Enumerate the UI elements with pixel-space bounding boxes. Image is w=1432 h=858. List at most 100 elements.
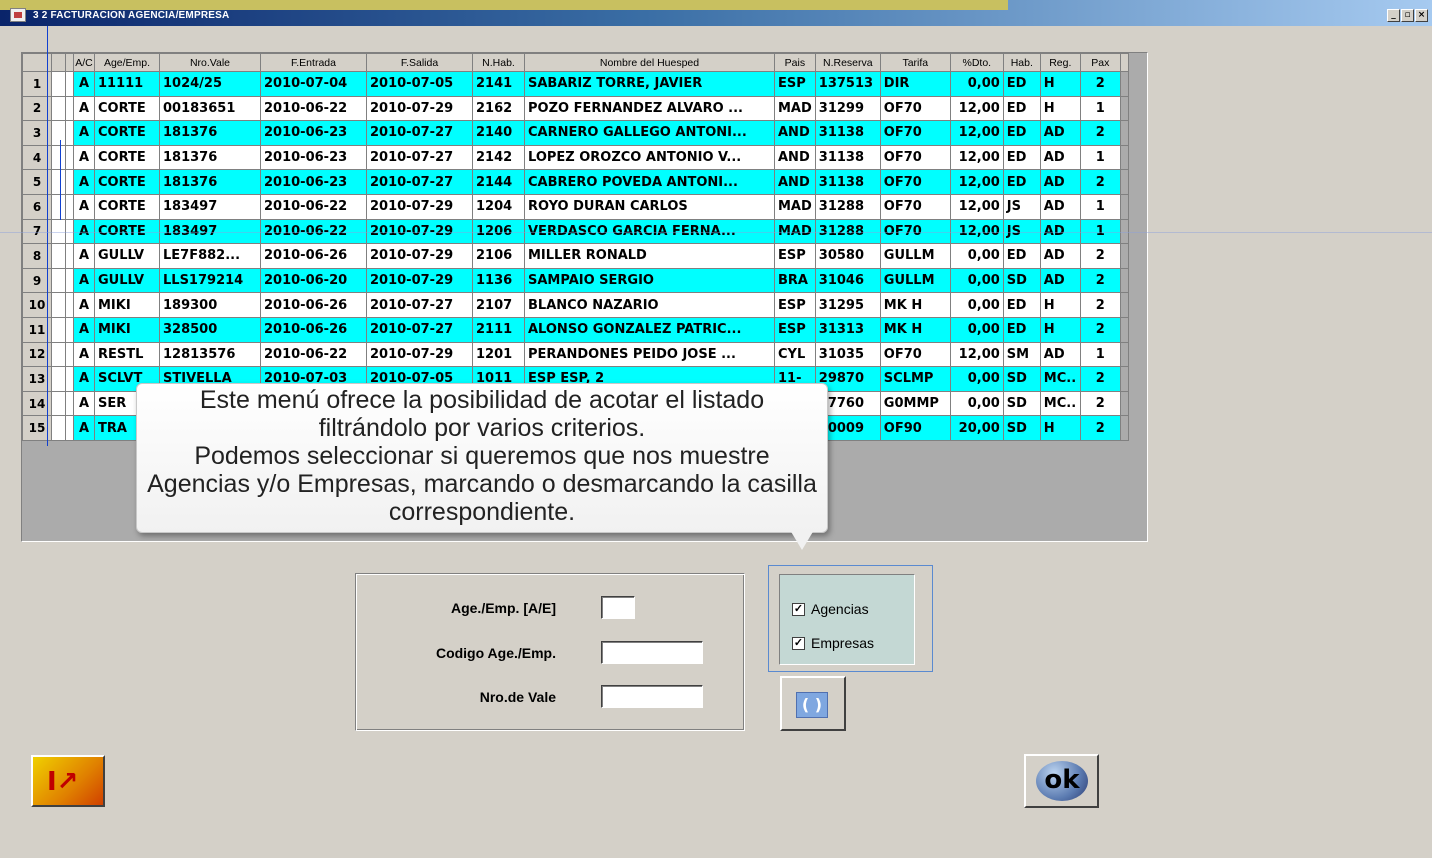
cell-hab[interactable]: 2141: [472, 71, 525, 97]
cell-hab[interactable]: 2107: [472, 292, 525, 318]
cell-hab[interactable]: 1136: [472, 267, 525, 294]
cell-tarifa[interactable]: MK H: [879, 292, 951, 318]
table-row[interactable]: 9 A GULLV LLS179214 2010-06-20 2010-07-29 1136…: [22, 267, 1129, 294]
cell-hab[interactable]: 2144: [472, 169, 525, 195]
cell-htype[interactable]: ED: [1002, 144, 1041, 171]
cell-fsal[interactable]: 2010-07-27: [366, 292, 473, 318]
cell-age[interactable]: MIKI: [94, 316, 160, 343]
cell-reg[interactable]: AD: [1039, 120, 1081, 146]
cell-dto[interactable]: 0,00: [949, 366, 1004, 392]
col-header-nhab[interactable]: N.Hab.: [472, 53, 525, 72]
cell-res[interactable]: 31138: [814, 120, 881, 146]
empresas-option[interactable]: ✓ Empresas: [792, 635, 874, 651]
cell-dto[interactable]: 0,00: [949, 390, 1004, 417]
cell-nombre[interactable]: SAMPAIO SERGIO: [524, 267, 775, 294]
agencias-checkbox[interactable]: ✓: [792, 602, 805, 616]
cell-ac[interactable]: A: [73, 366, 95, 392]
cell-res[interactable]: 31288: [814, 193, 881, 220]
cell-ac[interactable]: A: [73, 390, 95, 417]
cell-fsal[interactable]: 2010-07-29: [366, 95, 473, 122]
cell-pais[interactable]: BRA: [774, 267, 816, 294]
col-header-fsalida[interactable]: F.Salida: [366, 53, 473, 72]
cell-reg[interactable]: H: [1039, 292, 1081, 318]
cell-dto[interactable]: 0,00: [949, 316, 1004, 343]
cell-nombre[interactable]: LOPEZ OROZCO ANTONIO V...: [524, 144, 775, 171]
cell-age[interactable]: GULLV: [94, 267, 160, 294]
cell-nombre[interactable]: PERANDONES PEIDO JOSE ...: [524, 341, 775, 368]
cell-ac[interactable]: A: [73, 243, 95, 269]
refresh-button[interactable]: ( ): [780, 676, 846, 731]
cell-fsal[interactable]: 2010-07-29: [366, 193, 473, 220]
cell-htype[interactable]: SM: [1002, 341, 1041, 368]
cell-tarifa[interactable]: OF90: [879, 415, 951, 441]
cell-vale[interactable]: 328500: [159, 316, 261, 343]
cell-vale[interactable]: 181376: [159, 120, 261, 146]
cell-ac[interactable]: A: [73, 316, 95, 343]
cell-reg[interactable]: AD: [1039, 144, 1081, 171]
cell-pais[interactable]: MAD: [774, 193, 816, 220]
cell-pax[interactable]: 2: [1079, 292, 1121, 318]
cell-nombre[interactable]: ROYO DURAN CARLOS: [524, 193, 775, 220]
col-header-age[interactable]: Age/Emp.: [94, 53, 160, 72]
cell-pax[interactable]: 2: [1079, 169, 1121, 195]
cell-fsal[interactable]: 2010-07-29: [366, 267, 473, 294]
cell-vale[interactable]: LLS179214: [159, 267, 261, 294]
cell-fsal[interactable]: 2010-07-27: [366, 316, 473, 343]
restore-button[interactable]: ▫: [1401, 9, 1414, 22]
cell-dto[interactable]: 0,00: [949, 243, 1004, 269]
cell-ac[interactable]: A: [73, 415, 95, 441]
cell-dto[interactable]: 0,00: [949, 267, 1004, 294]
cell-reg[interactable]: AD: [1039, 243, 1081, 269]
cell-pais[interactable]: AND: [774, 120, 816, 146]
cell-htype[interactable]: ED: [1002, 316, 1041, 343]
table-row[interactable]: 10 A MIKI 189300 2010-06-26 2010-07-27 2107 BLA…: [22, 292, 1129, 318]
cell-vale[interactable]: 181376: [159, 169, 261, 195]
close-button[interactable]: ×: [1415, 9, 1428, 22]
cell-pais[interactable]: AND: [774, 144, 816, 171]
cell-htype[interactable]: SD: [1002, 390, 1041, 417]
col-header-pax[interactable]: Pax: [1079, 53, 1121, 72]
cell-vale[interactable]: 189300: [159, 292, 261, 318]
cell-pais[interactable]: CYL: [774, 341, 816, 368]
cell-vale[interactable]: 1024/25: [159, 71, 261, 97]
cell-fent[interactable]: 2010-06-26: [260, 243, 367, 269]
cell-pax[interactable]: 1: [1079, 193, 1121, 220]
cell-tarifa[interactable]: GULLM: [879, 267, 951, 294]
cell-hab[interactable]: 2162: [472, 95, 525, 122]
cell-htype[interactable]: SD: [1002, 366, 1041, 392]
codigo-input[interactable]: [601, 641, 703, 664]
cell-pais[interactable]: ESP: [774, 316, 816, 343]
cell-dto[interactable]: 12,00: [949, 169, 1004, 195]
col-header-ac[interactable]: A/C: [73, 53, 95, 72]
cell-res[interactable]: 31299: [814, 95, 881, 122]
cell-reg[interactable]: AD: [1039, 169, 1081, 195]
table-row[interactable]: 4 A CORTE 181376 2010-06-23 2010-07-27 2142 LOP…: [22, 144, 1129, 171]
cell-hab[interactable]: 1201: [472, 341, 525, 368]
cell-ac[interactable]: A: [73, 292, 95, 318]
cell-hab[interactable]: 2142: [472, 144, 525, 171]
cell-reg[interactable]: MC..: [1039, 390, 1081, 417]
cell-fent[interactable]: 2010-06-22: [260, 95, 367, 122]
col-header-vale[interactable]: Nro.Vale: [159, 53, 261, 72]
cell-ac[interactable]: A: [73, 341, 95, 368]
cell-pax[interactable]: 1: [1079, 144, 1121, 171]
cell-res[interactable]: 31046: [814, 267, 881, 294]
cell-tarifa[interactable]: G0MMP: [879, 390, 951, 417]
cell-dto[interactable]: 0,00: [949, 292, 1004, 318]
cell-tarifa[interactable]: OF70: [879, 193, 951, 220]
cell-tarifa[interactable]: OF70: [879, 341, 951, 368]
cell-tarifa[interactable]: MK H: [879, 316, 951, 343]
table-row[interactable]: 11 A MIKI 328500 2010-06-26 2010-07-27 2111 ALO…: [22, 316, 1129, 343]
cell-res[interactable]: 30580: [814, 243, 881, 269]
cell-nombre[interactable]: SABARIZ TORRE, JAVIER: [524, 71, 775, 97]
cell-reg[interactable]: H: [1039, 95, 1081, 122]
exit-button[interactable]: I↗: [31, 755, 105, 807]
cell-fent[interactable]: 2010-06-26: [260, 316, 367, 343]
cell-fent[interactable]: 2010-06-23: [260, 144, 367, 171]
cell-res[interactable]: 31138: [814, 169, 881, 195]
cell-reg[interactable]: MC..: [1039, 366, 1081, 392]
cell-reg[interactable]: AD: [1039, 267, 1081, 294]
cell-nombre[interactable]: CABRERO POVEDA ANTONI...: [524, 169, 775, 195]
agencias-option[interactable]: ✓ Agencias: [792, 601, 869, 617]
cell-age[interactable]: CORTE: [94, 144, 160, 171]
